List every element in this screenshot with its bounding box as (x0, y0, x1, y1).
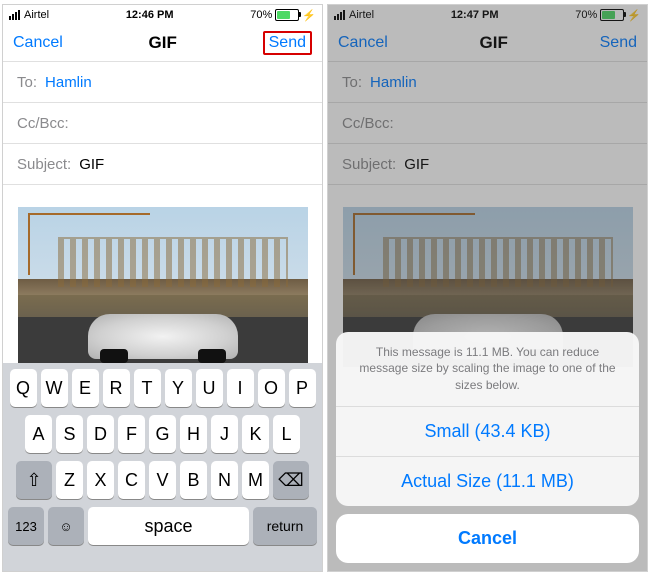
space-key[interactable]: space (88, 507, 249, 545)
key-n[interactable]: N (211, 461, 238, 499)
key-q[interactable]: Q (10, 369, 37, 407)
phone-compose: Airtel 12:46 PM 70% ⚡ Cancel GIF Send To… (3, 5, 322, 571)
shift-key[interactable]: ⇧ (16, 461, 52, 499)
key-p[interactable]: P (289, 369, 316, 407)
size-option-actual[interactable]: Actual Size (11.1 MB) (336, 457, 639, 506)
key-l[interactable]: L (273, 415, 300, 453)
return-key[interactable]: return (253, 507, 317, 545)
key-x[interactable]: X (87, 461, 114, 499)
key-i[interactable]: I (227, 369, 254, 407)
keyboard: Q W E R T Y U I O P A S D F G H J K L ⇧ … (3, 363, 322, 571)
emoji-key[interactable]: ☺ (48, 507, 84, 545)
send-button[interactable]: Send (263, 31, 312, 55)
to-value: Hamlin (45, 74, 92, 91)
key-row-1: Q W E R T Y U I O P (6, 369, 319, 407)
status-time: 12:46 PM (49, 9, 250, 21)
battery-icon (275, 9, 299, 21)
size-option-small[interactable]: Small (43.4 KB) (336, 407, 639, 457)
compose-title: GIF (149, 33, 177, 53)
key-j[interactable]: J (211, 415, 238, 453)
key-z[interactable]: Z (56, 461, 83, 499)
key-row-3: ⇧ Z X C V B N M ⌫ (6, 461, 319, 499)
sheet-cancel-button[interactable]: Cancel (336, 514, 639, 563)
numbers-key[interactable]: 123 (8, 507, 44, 545)
size-action-sheet: This message is 11.1 MB. You can reduce … (336, 332, 639, 563)
key-b[interactable]: B (180, 461, 207, 499)
key-c[interactable]: C (118, 461, 145, 499)
battery-pct: 70% (250, 9, 272, 21)
key-m[interactable]: M (242, 461, 269, 499)
subject-value: GIF (79, 156, 104, 173)
key-g[interactable]: G (149, 415, 176, 453)
compose-navbar: Cancel GIF Send (3, 25, 322, 61)
cancel-button[interactable]: Cancel (13, 34, 63, 52)
backspace-key[interactable]: ⌫ (273, 461, 309, 499)
key-t[interactable]: T (134, 369, 161, 407)
key-e[interactable]: E (72, 369, 99, 407)
key-row-2: A S D F G H J K L (6, 415, 319, 453)
key-d[interactable]: D (87, 415, 114, 453)
key-s[interactable]: S (56, 415, 83, 453)
signal-icon (9, 10, 20, 20)
key-row-4: 123 ☺ space return (6, 507, 319, 545)
status-bar: Airtel 12:46 PM 70% ⚡ (3, 5, 322, 25)
phone-size-sheet: Airtel 12:47 PM 70% ⚡ Cancel GIF Send To… (328, 5, 647, 571)
carrier-label: Airtel (24, 9, 49, 21)
charging-icon: ⚡ (302, 9, 316, 22)
to-field[interactable]: To: Hamlin (3, 62, 322, 103)
sheet-message: This message is 11.1 MB. You can reduce … (336, 332, 639, 407)
message-body[interactable] (3, 185, 322, 367)
to-label: To: (17, 74, 37, 91)
key-k[interactable]: K (242, 415, 269, 453)
key-a[interactable]: A (25, 415, 52, 453)
key-y[interactable]: Y (165, 369, 192, 407)
key-v[interactable]: V (149, 461, 176, 499)
key-o[interactable]: O (258, 369, 285, 407)
subject-label: Subject: (17, 156, 71, 173)
subject-field[interactable]: Subject: GIF (3, 144, 322, 185)
attachment-preview[interactable] (18, 207, 308, 367)
key-h[interactable]: H (180, 415, 207, 453)
key-f[interactable]: F (118, 415, 145, 453)
key-r[interactable]: R (103, 369, 130, 407)
ccbcc-field[interactable]: Cc/Bcc: (3, 103, 322, 144)
key-w[interactable]: W (41, 369, 68, 407)
key-u[interactable]: U (196, 369, 223, 407)
ccbcc-label: Cc/Bcc: (17, 115, 69, 132)
